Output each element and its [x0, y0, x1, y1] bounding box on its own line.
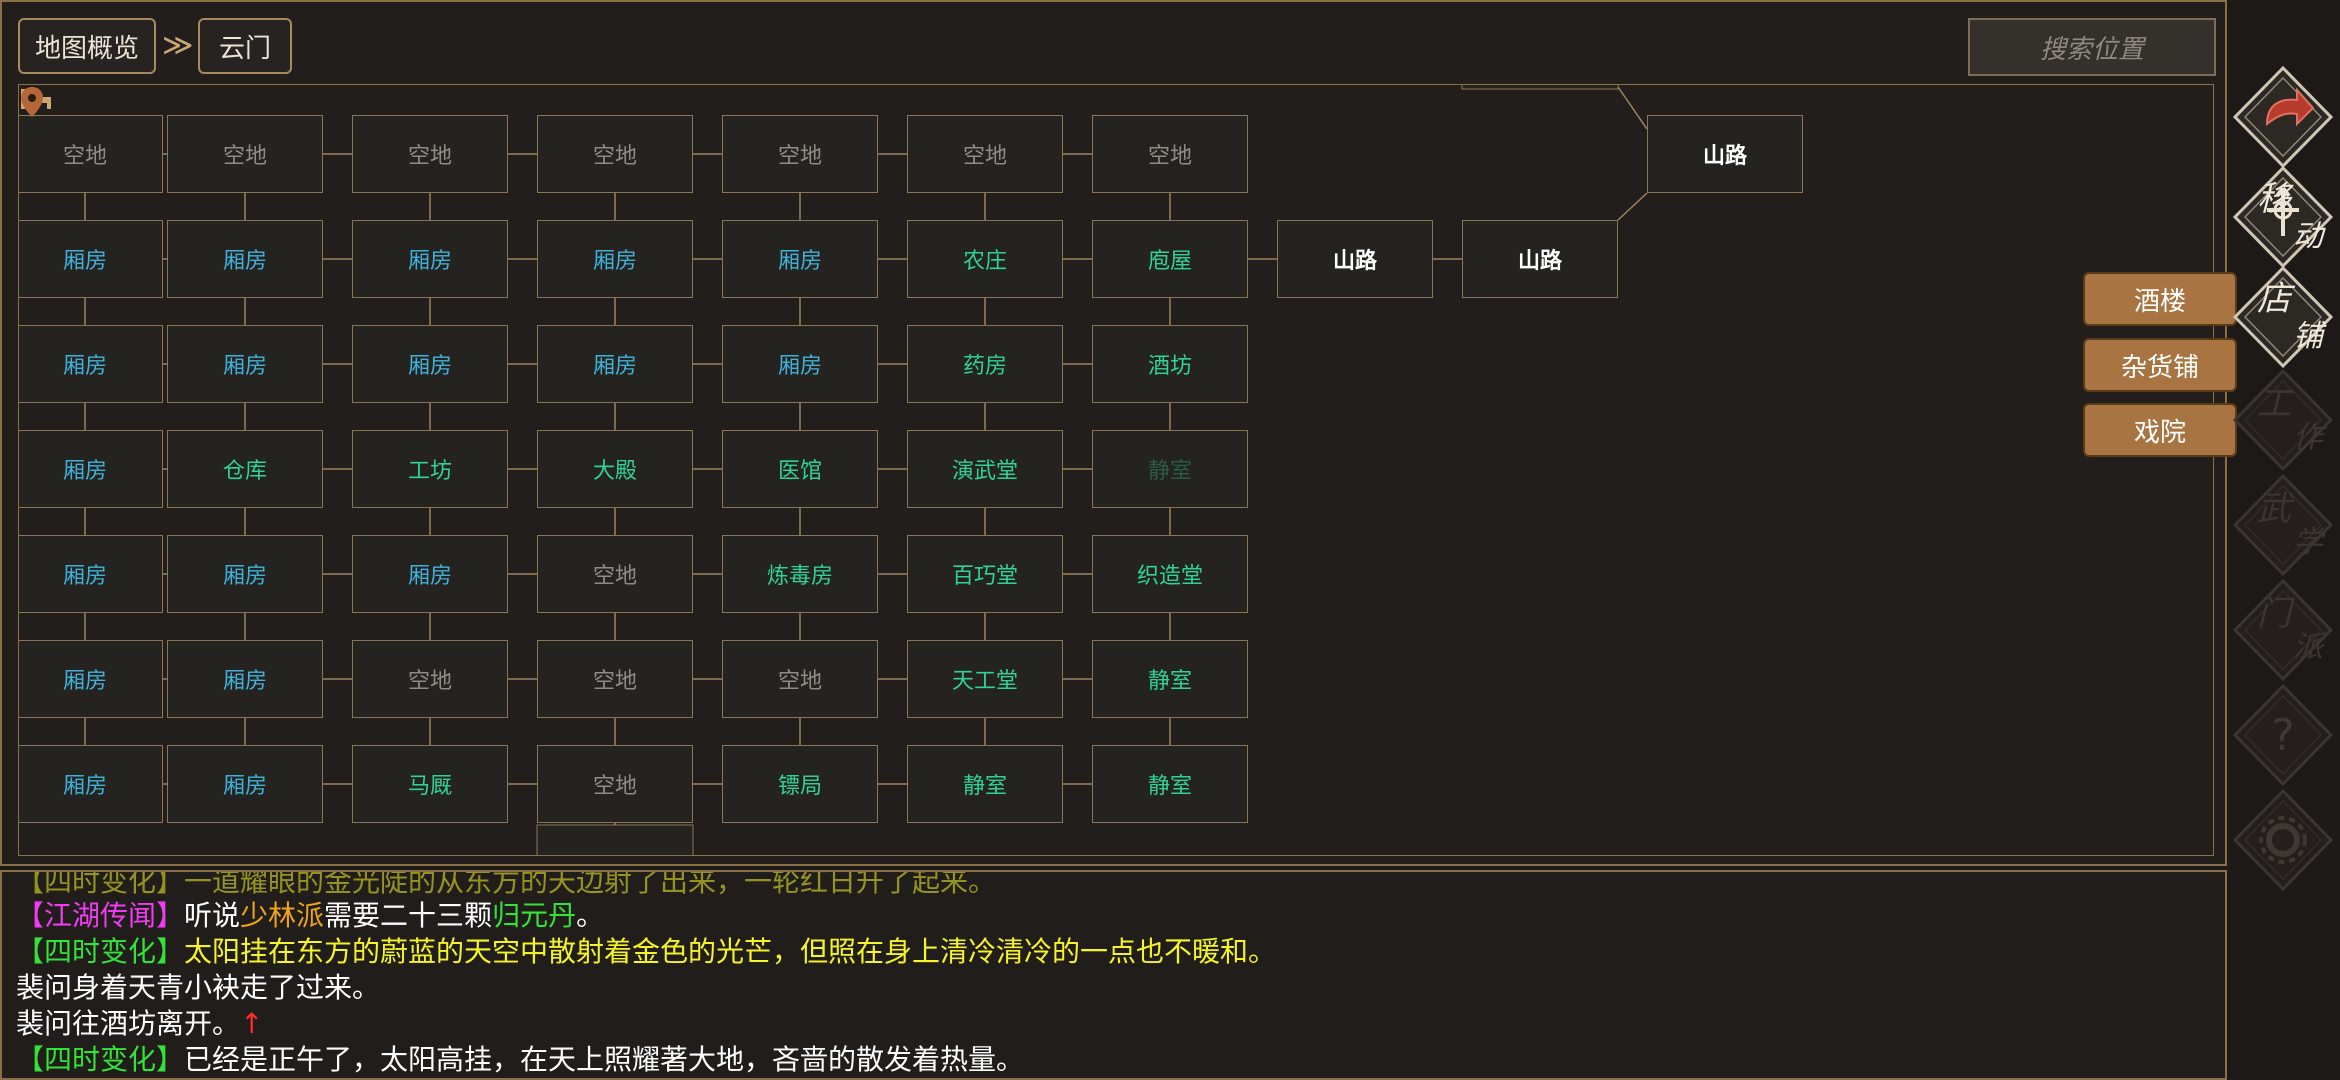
shop-icon[interactable]: 店铺	[2227, 262, 2340, 372]
message-log: 【四时变化】一道耀眼的金光陡的从东方的天边射了出来，一轮红日升了起来。 【江湖传…	[0, 870, 2227, 1080]
map-node[interactable]: 织造堂	[1092, 535, 1248, 613]
shop-button[interactable]: 戏院	[2083, 403, 2237, 457]
map-node[interactable]: 马厩	[352, 745, 508, 823]
map-node[interactable]: 静室	[1092, 640, 1248, 718]
svg-text:作: 作	[2293, 420, 2327, 455]
svg-text:?: ?	[2271, 710, 2294, 761]
svg-text:工: 工	[2257, 384, 2294, 424]
map-node[interactable]: 空地	[352, 115, 508, 193]
map-node[interactable]: 镖局	[722, 745, 878, 823]
map-node[interactable]: 厢房	[352, 325, 508, 403]
search-input[interactable]: 搜索位置	[1968, 18, 2216, 76]
shop-button[interactable]: 杂货铺	[2083, 338, 2237, 392]
map-node[interactable]: 空地	[352, 640, 508, 718]
map-node[interactable]: 工坊	[352, 430, 508, 508]
svg-text:派: 派	[2293, 630, 2327, 665]
svg-text:移: 移	[2257, 179, 2294, 219]
map-panel: 地图概览 ≫ 云门 搜索位置 空地 空地 空地 空地 空地 空地 空地 山路 厢房 厢房 厢房 厢房厢…	[0, 0, 2227, 866]
map-node[interactable]: 静室	[1092, 745, 1248, 823]
map-node[interactable]: 厢房	[722, 325, 878, 403]
map-node[interactable]: 厢房	[167, 745, 323, 823]
svg-text:门: 门	[2257, 594, 2295, 634]
svg-text:动: 动	[2293, 219, 2326, 254]
log-line: 【四时变化】太阳挂在东方的蔚蓝的天空中散射着金色的光芒，但照在身上清冷清冷的一点…	[16, 935, 1277, 968]
map-node[interactable]: 厢房	[19, 430, 163, 508]
map-node[interactable]: 空地	[537, 535, 693, 613]
map-node[interactable]: 大殿	[537, 430, 693, 508]
map-node[interactable]: 厢房	[167, 640, 323, 718]
map-node[interactable]: 空地	[167, 115, 323, 193]
svg-text:店: 店	[2257, 279, 2296, 319]
map-node[interactable]: 山路	[1462, 220, 1618, 298]
map-node[interactable]: 演武堂	[907, 430, 1063, 508]
svg-text:武: 武	[2257, 489, 2295, 529]
map-node[interactable]: 厢房	[19, 745, 163, 823]
map-node[interactable]: 厢房	[19, 640, 163, 718]
log-line: 【四时变化】已经是正午了，太阳高挂，在天上照耀著大地，吝啬的散发着热量。	[16, 1043, 1025, 1076]
map-node[interactable]: 静室	[1092, 430, 1248, 508]
map-node[interactable]: 山路	[1647, 115, 1803, 193]
map-node[interactable]: 厢房	[352, 220, 508, 298]
map-node[interactable]: 厢房	[722, 220, 878, 298]
help-icon[interactable]: ?	[2227, 680, 2340, 790]
log-line: 【江湖传闻】听说少林派需要二十三颗归元丹。	[16, 899, 605, 932]
map-node[interactable]: 酒坊	[1092, 325, 1248, 403]
map-node[interactable]: 仓库	[167, 430, 323, 508]
map-node[interactable]: 山路	[1277, 220, 1433, 298]
map-node[interactable]: 空地	[537, 640, 693, 718]
map-node[interactable]: 空地	[722, 640, 878, 718]
map-node[interactable]: 药房	[907, 325, 1063, 403]
back-icon[interactable]	[2227, 62, 2340, 172]
svg-text:铺: 铺	[2293, 319, 2327, 354]
map-node[interactable]: 空地	[907, 115, 1063, 193]
breadcrumb-current[interactable]: 云门	[198, 18, 292, 74]
map-node[interactable]: 厢房	[537, 220, 693, 298]
map-node[interactable]: 厢房	[19, 325, 163, 403]
breadcrumb-root[interactable]: 地图概览	[18, 18, 156, 74]
map-node[interactable]: 庖屋	[1092, 220, 1248, 298]
map-node[interactable]: 厢房	[352, 535, 508, 613]
map-node[interactable]: 农庄	[907, 220, 1063, 298]
log-line: 裴问往酒坊离开。↑	[16, 1007, 264, 1040]
map-node[interactable]: 百巧堂	[907, 535, 1063, 613]
map-node[interactable]: 天工堂	[907, 640, 1063, 718]
map-node[interactable]: 厢房	[167, 535, 323, 613]
breadcrumb-chevron-icon: ≫	[162, 28, 194, 63]
map-node[interactable]: 空地	[537, 115, 693, 193]
svg-text:学: 学	[2293, 525, 2326, 560]
map-node[interactable]: 炼毒房	[722, 535, 878, 613]
map-grid: 空地 空地 空地 空地 空地 空地 空地 山路 厢房 厢房 厢房 厢房 厢房 农庄 庖屋 山路 山路 厢房 厢房 厢房…	[18, 84, 2214, 856]
map-node[interactable]: 空地	[19, 115, 163, 193]
sidebar: 移动店铺工作武学门派?	[2227, 0, 2340, 1080]
up-arrow-icon: ↑	[240, 1007, 264, 1040]
sect-icon[interactable]: 门派	[2227, 575, 2340, 685]
map-node[interactable]: 厢房	[19, 220, 163, 298]
map-node[interactable]: 厢房	[537, 325, 693, 403]
log-line: 裴问身着天青小袂走了过来。	[16, 971, 381, 1004]
map-node[interactable]: 空地	[1092, 115, 1248, 193]
map-node[interactable]: 医馆	[722, 430, 878, 508]
move-icon[interactable]: 移动	[2227, 162, 2340, 272]
map-node[interactable]: 空地	[722, 115, 878, 193]
work-icon[interactable]: 工作	[2227, 365, 2340, 475]
map-node[interactable]: 空地	[537, 745, 693, 823]
location-pin-icon	[21, 87, 43, 117]
settings-icon[interactable]	[2227, 785, 2340, 895]
martial-icon[interactable]: 武学	[2227, 470, 2340, 580]
map-node[interactable]: 厢房	[167, 220, 323, 298]
shop-button[interactable]: 酒楼	[2083, 272, 2237, 326]
map-node[interactable]: 厢房	[167, 325, 323, 403]
map-node[interactable]: 厢房	[19, 535, 163, 613]
map-node[interactable]: 静室	[907, 745, 1063, 823]
